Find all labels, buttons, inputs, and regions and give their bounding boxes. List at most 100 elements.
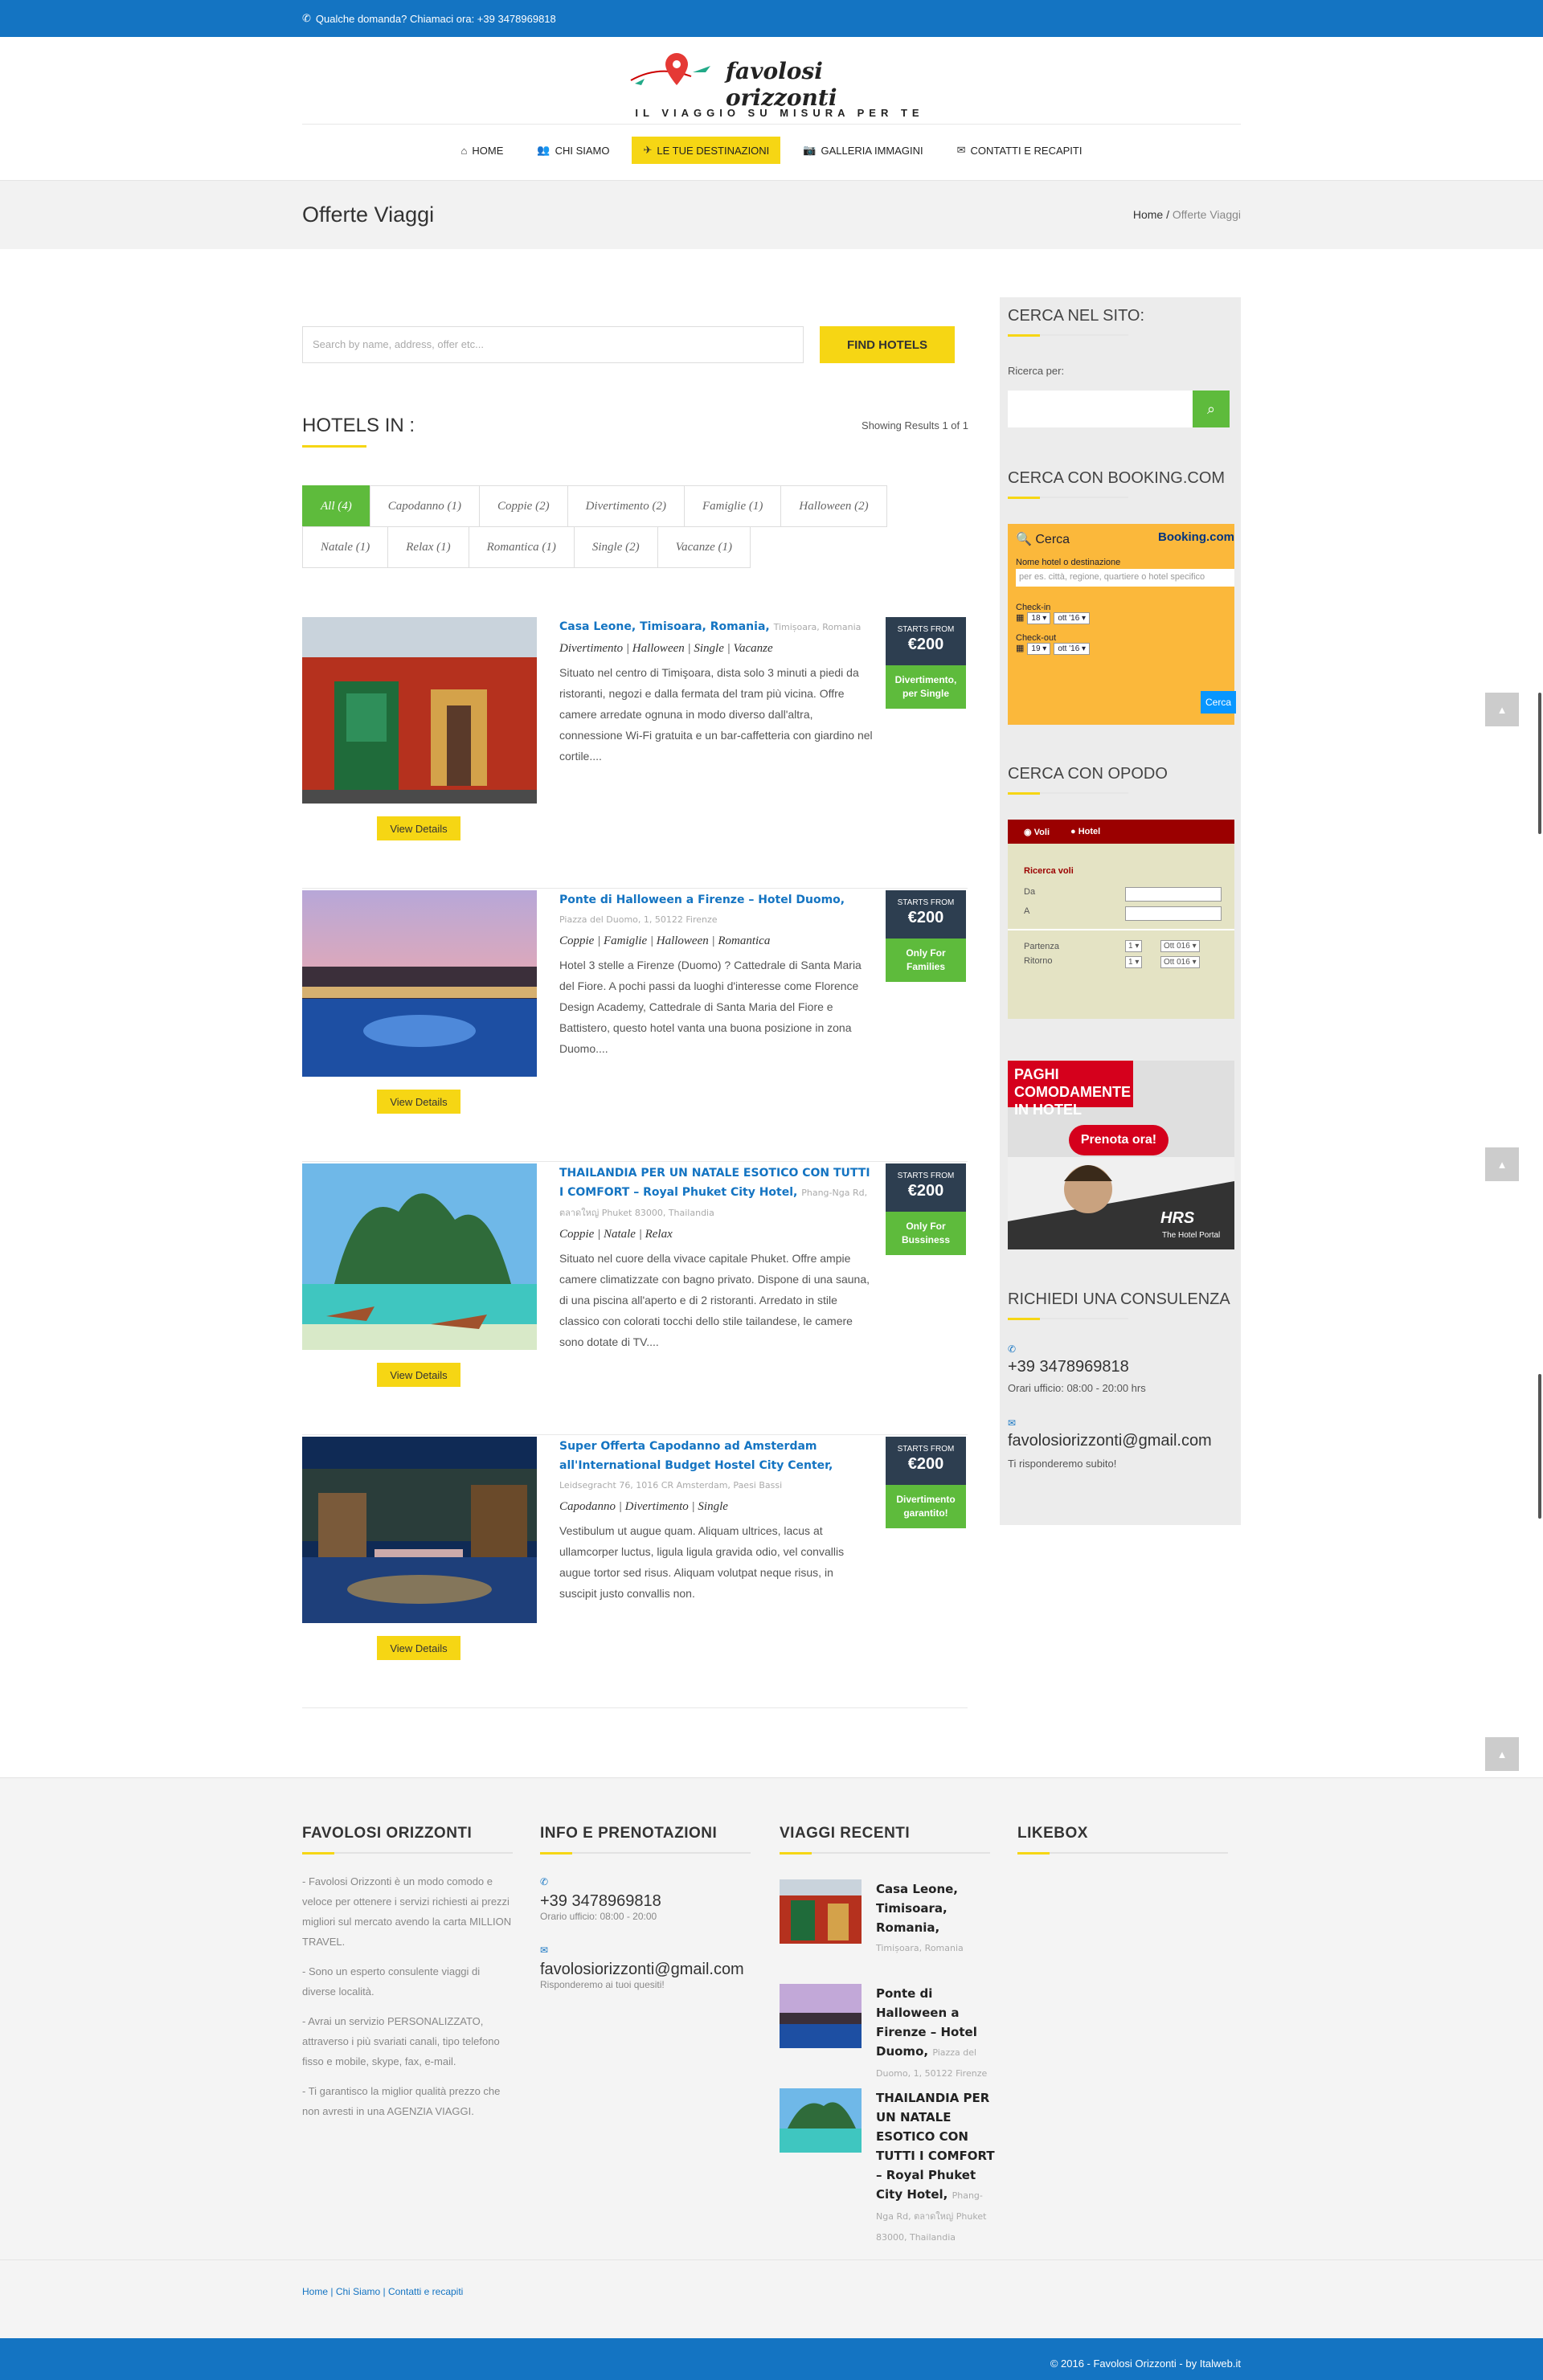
footer-link-chi-siamo[interactable]: Chi Siamo <box>336 2286 380 2297</box>
sidebar-title-underline <box>1008 497 1128 499</box>
hotel-photo[interactable] <box>302 617 537 804</box>
scrollbar-thumb[interactable] <box>1538 693 1541 834</box>
partenza-day-value: 1 <box>1128 942 1133 951</box>
chevron-up-icon: ▲ <box>1496 703 1508 716</box>
scrollbar-thumb[interactable] <box>1538 1374 1541 1519</box>
consult-phone[interactable]: +39 3478969818 <box>1008 1358 1129 1376</box>
filter-capodanno[interactable]: Capodanno (1) <box>369 485 480 527</box>
ritorno-day-select[interactable]: 1 ▾ <box>1125 956 1143 968</box>
filter-natale[interactable]: Natale (1) <box>302 526 389 568</box>
view-details-button[interactable]: View Details <box>377 1636 460 1660</box>
filter-halloween[interactable]: Halloween (2) <box>780 485 887 527</box>
filter-famiglie[interactable]: Famiglie (1) <box>683 485 782 527</box>
hotel-card: View Details Ponte di Halloween a Firenz… <box>302 890 968 1162</box>
users-icon: 👥 <box>537 144 550 156</box>
checkin-month-select[interactable]: ott '16 ▾ <box>1054 612 1091 624</box>
hrs-ad-banner[interactable]: PAGHI COMODAMENTE IN HOTEL Prenota ora! … <box>1008 1061 1234 1249</box>
scroll-top-button[interactable]: ▲ <box>1485 1147 1519 1181</box>
view-details-button[interactable]: View Details <box>377 1090 460 1114</box>
footer-link-contatti[interactable]: Contatti e recapiti <box>388 2286 463 2297</box>
ritorno-day-value: 1 <box>1128 958 1133 967</box>
nav-contatti[interactable]: ✉ CONTATTI E RECAPITI <box>946 137 1094 164</box>
footer-about-title: FAVOLOSI ORIZZONTI <box>302 1825 473 1842</box>
search-icon: 🔍 <box>1016 533 1032 546</box>
footer-link-home[interactable]: Home <box>302 2286 328 2297</box>
scroll-top-button[interactable]: ▲ <box>1485 1737 1519 1771</box>
filter-romantica[interactable]: Romantica (1) <box>468 526 575 568</box>
filter-vacanze[interactable]: Vacanze (1) <box>657 526 751 568</box>
recent-thumb <box>780 2088 862 2153</box>
hotel-name[interactable]: THAILANDIA PER UN NATALE ESOTICO CON TUT… <box>559 1163 873 1223</box>
hotel-photo[interactable] <box>302 1437 537 1623</box>
filter-single[interactable]: Single (2) <box>573 526 658 568</box>
hrs-logo-sub: The Hotel Portal <box>1162 1231 1221 1240</box>
partenza-day-select[interactable]: 1 ▾ <box>1125 940 1143 952</box>
consult-hours: Orari ufficio: 08:00 - 20:00 hrs <box>1008 1382 1146 1394</box>
filter-divertimento[interactable]: Divertimento (2) <box>567 485 685 527</box>
hotel-name[interactable]: Ponte di Halloween a Firenze – Hotel Duo… <box>559 890 873 930</box>
breadcrumb-separator: / <box>1166 208 1170 221</box>
sidebar-consult-title: RICHIEDI UNA CONSULENZA <box>1008 1290 1230 1308</box>
recent-item[interactable]: Ponte di Halloween a Firenze – Hotel Duo… <box>780 1984 990 2088</box>
envelope-icon: ✉ <box>540 1944 549 1956</box>
nav-home[interactable]: ⌂ HOME <box>450 137 515 164</box>
recent-item[interactable]: THAILANDIA PER UN NATALE ESOTICO CON TUT… <box>780 2088 995 2243</box>
opodo-ritorno-label: Ritorno <box>1024 956 1053 966</box>
checkout-day-select[interactable]: 19 ▾ <box>1027 643 1051 655</box>
opodo-da-input[interactable] <box>1125 887 1222 902</box>
checkout-month-select[interactable]: ott '16 ▾ <box>1054 643 1091 655</box>
booking-dest-input[interactable]: per es. città, regione, quartiere o hote… <box>1016 569 1234 587</box>
recent-title-text: Casa Leone, Timisoara, Romania, <box>876 1882 958 1935</box>
ad-cta-button[interactable]: Prenota ora! <box>1069 1125 1169 1155</box>
footer-title-underline <box>302 1852 513 1855</box>
sidebar-title-underline <box>1008 1318 1128 1320</box>
partenza-month-select[interactable]: Ott 016 ▾ <box>1160 940 1200 952</box>
footer-likebox: LIKEBOX <box>1017 1825 1228 1855</box>
hotel-photo[interactable] <box>302 1163 537 1350</box>
breadcrumb-home[interactable]: Home <box>1133 208 1163 221</box>
results-count: Showing Results 1 of 1 <box>862 419 968 431</box>
footer-hours: Orario ufficio: 08:00 - 20:00 <box>540 1911 657 1922</box>
view-details-button[interactable]: View Details <box>377 816 460 840</box>
filter-coppie[interactable]: Coppie (2) <box>479 485 568 527</box>
nav-destinazioni[interactable]: ✈ LE TUE DESTINAZIONI <box>632 137 781 164</box>
price-box: STARTS FROM €200 Divertimento, per Singl… <box>886 617 966 709</box>
hrs-logo: HRS <box>1160 1209 1195 1227</box>
calendar-icon: ▦ <box>1016 613 1025 623</box>
calendar-icon: ▦ <box>1016 644 1025 653</box>
nav-chi-siamo[interactable]: 👥 CHI SIAMO <box>526 137 620 164</box>
hotel-search-input[interactable]: Search by name, address, offer etc... <box>302 326 804 363</box>
recent-item[interactable]: Casa Leone, Timisoara, Romania, Timișoara… <box>780 1879 990 1984</box>
hotel-name[interactable]: Casa Leone, Timisoara, Romania, Timișoar… <box>559 617 873 637</box>
page-title: Offerte Viaggi <box>302 202 435 227</box>
hotel-card: View Details Super Offerta Capodanno ad … <box>302 1437 968 1708</box>
opodo-tab-hotel[interactable]: ● Hotel <box>1070 827 1100 836</box>
booking-search-button[interactable]: Cerca <box>1201 691 1236 714</box>
consult-email[interactable]: favolosiorizzonti@gmail.com <box>1008 1432 1212 1450</box>
site-logo[interactable]: favolosi orizzonti IL VIAGGIO SU MISURA … <box>627 48 932 121</box>
opodo-heading: Ricerca voli <box>1024 866 1074 876</box>
footer-recent-title: VIAGGI RECENTI <box>780 1825 911 1842</box>
price-box: STARTS FROM €200 Only For Families <box>886 890 966 982</box>
checkin-day-select[interactable]: 18 ▾ <box>1027 612 1051 624</box>
sidebar-search-input[interactable] <box>1008 391 1193 427</box>
footer-phone[interactable]: +39 3478969818 <box>540 1892 751 1911</box>
copyright: © 2016 - Favolosi Orizzonti - by Italweb… <box>1050 2358 1241 2370</box>
hotel-photo[interactable] <box>302 890 537 1077</box>
footer-about-text: - Favolosi Orizzonti è un modo comodo e … <box>302 1875 512 1948</box>
footer-email[interactable]: favolosiorizzonti@gmail.com <box>540 1961 751 1979</box>
filter-all[interactable]: All (4) <box>302 485 370 527</box>
ritorno-month-select[interactable]: Ott 016 ▾ <box>1160 956 1200 968</box>
filter-relax[interactable]: Relax (1) <box>387 526 469 568</box>
hotel-description: Hotel 3 stelle a Firenze (Duomo) ? Catte… <box>559 959 862 1055</box>
opodo-a-input[interactable] <box>1125 906 1222 921</box>
sidebar-search-button[interactable]: ⌕ <box>1193 391 1230 427</box>
nav-galleria[interactable]: 📷 GALLERIA IMMAGINI <box>792 137 934 164</box>
scroll-top-button[interactable]: ▲ <box>1485 693 1519 726</box>
opodo-tab-voli[interactable]: ◉ Voli <box>1024 827 1050 837</box>
hotel-name[interactable]: Super Offerta Capodanno ad Amsterdam all… <box>559 1437 873 1495</box>
find-hotels-button[interactable]: FIND HOTELS <box>820 326 955 363</box>
view-details-button[interactable]: View Details <box>377 1363 460 1387</box>
ritorno-month-value: Ott 016 <box>1164 958 1190 967</box>
starts-from-label: STARTS FROM <box>897 898 955 907</box>
